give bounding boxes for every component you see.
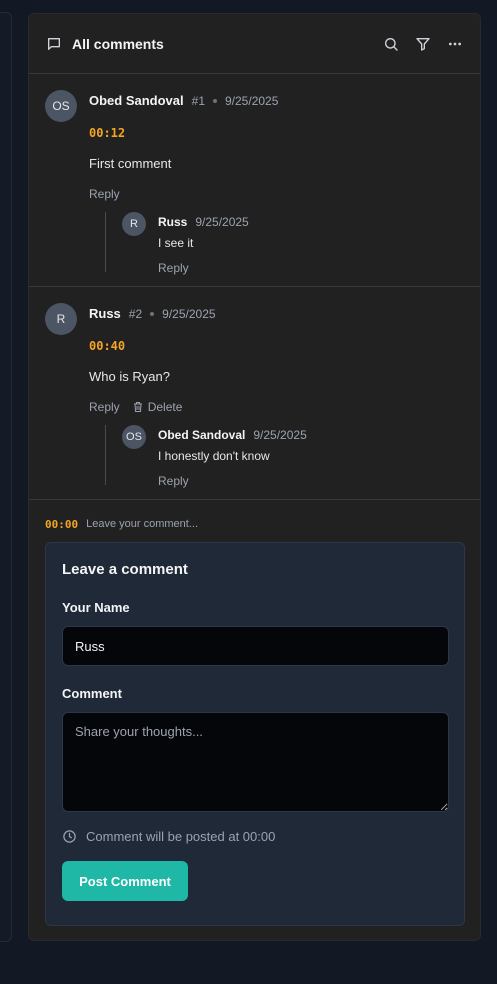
comment-icon: [45, 35, 63, 53]
reply-button[interactable]: Reply: [158, 474, 189, 488]
post-comment-button[interactable]: Post Comment: [62, 861, 188, 901]
post-time-hint: Comment will be posted at 00:00: [62, 829, 448, 844]
comment-textarea[interactable]: [62, 712, 449, 812]
reply-button[interactable]: Reply: [89, 187, 120, 201]
reply-date: 9/25/2025: [195, 215, 249, 229]
reply-button[interactable]: Reply: [89, 400, 120, 414]
comment-author: Russ: [89, 306, 121, 321]
delete-label: Delete: [147, 400, 183, 414]
comment-thread: R Russ #2 9/25/2025 00:40 Who is Ryan? R…: [29, 287, 480, 500]
comment-form: Leave a comment Your Name Comment Commen…: [45, 542, 465, 926]
comment-timestamp[interactable]: 00:12: [89, 126, 125, 140]
comment-label: Comment: [62, 686, 122, 701]
more-icon[interactable]: [446, 35, 464, 53]
comments-panel: All comments OS Obed Sandoval #1 9/25/20…: [28, 13, 481, 941]
composer-bar[interactable]: 00:00 Leave your comment...: [29, 500, 480, 548]
name-input[interactable]: [62, 626, 449, 666]
comment-timestamp[interactable]: 00:40: [89, 339, 125, 353]
comment-date: 9/25/2025: [225, 93, 279, 108]
comment-thread: OS Obed Sandoval #1 9/25/2025 00:12 Firs…: [29, 74, 480, 287]
avatar: OS: [122, 425, 146, 449]
reply-block: OS Obed Sandoval 9/25/2025 I honestly do…: [105, 425, 480, 488]
form-title: Leave a comment: [62, 561, 188, 578]
comment-author: Obed Sandoval: [89, 93, 184, 108]
comment-number: #2: [128, 306, 143, 321]
reply-button[interactable]: Reply: [158, 261, 189, 275]
composer-prompt[interactable]: Leave your comment...: [86, 518, 198, 530]
reply-author: Russ: [158, 215, 188, 229]
filter-icon[interactable]: [414, 35, 432, 53]
search-icon[interactable]: [382, 35, 400, 53]
panel-title: All comments: [72, 35, 164, 52]
reply-text: I see it: [158, 236, 194, 250]
separator-dot: [150, 311, 155, 316]
clock-icon: [63, 830, 76, 843]
reply-date: 9/25/2025: [253, 428, 307, 442]
comment-meta: Russ #2 9/25/2025: [89, 306, 464, 321]
reply-text: I honestly don't know: [158, 449, 270, 463]
comment-number: #1: [191, 93, 205, 108]
avatar: R: [122, 212, 146, 236]
comment-meta: Obed Sandoval #1 9/25/2025: [89, 93, 464, 108]
delete-button[interactable]: Delete: [132, 400, 183, 414]
reply-block: R Russ 9/25/2025 I see it Reply: [105, 212, 480, 275]
left-panel-edge: [0, 12, 12, 942]
comment-text: First comment: [89, 156, 172, 171]
comment-date: 9/25/2025: [162, 306, 216, 321]
comments-header: All comments: [29, 14, 480, 74]
reply-author: Obed Sandoval: [158, 428, 246, 442]
name-label: Your Name: [62, 600, 130, 615]
composer-timestamp[interactable]: 00:00: [45, 518, 78, 531]
separator-dot: [213, 98, 217, 103]
comment-text: Who is Ryan?: [89, 369, 170, 384]
hint-text: Comment will be posted at 00:00: [86, 829, 276, 844]
trash-icon: [133, 402, 142, 412]
